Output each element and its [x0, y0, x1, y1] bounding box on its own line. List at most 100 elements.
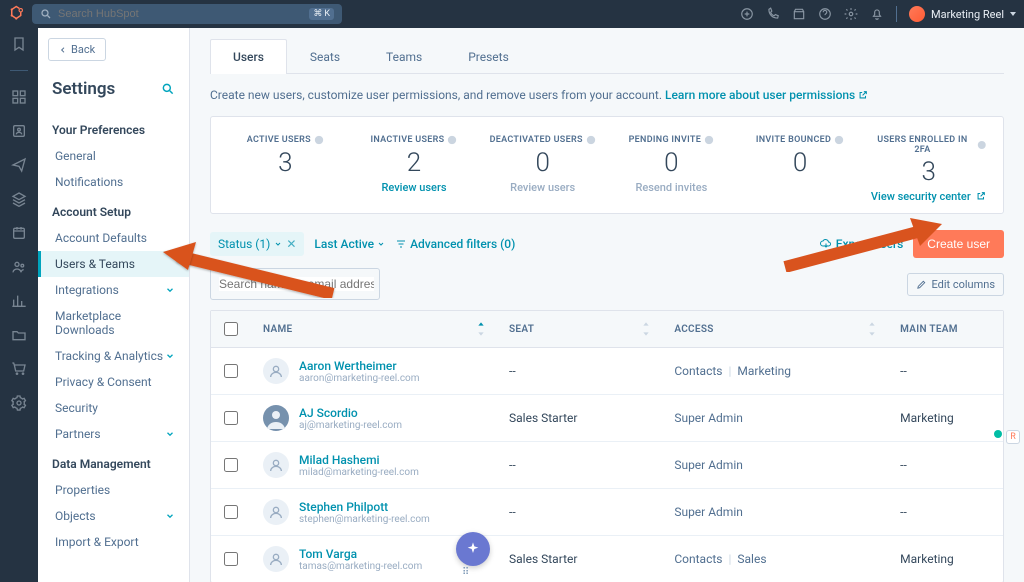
gear-icon[interactable] [11, 395, 27, 411]
record-badge[interactable]: R [1006, 430, 1020, 444]
sidebar-item-users-teams[interactable]: Users & Teams [38, 251, 189, 277]
th-team: MAIN TEAM [888, 311, 1003, 347]
sidebar-item-tracking[interactable]: Tracking & Analytics [38, 343, 189, 369]
table-row[interactable]: Aaron Wertheimeraaron@marketing-reel.com… [211, 348, 1003, 395]
global-search-input[interactable] [58, 8, 309, 20]
folder-icon[interactable] [11, 327, 27, 343]
seat-cell: -- [497, 442, 662, 488]
account-setup-header: Account Setup [38, 195, 189, 225]
sidebar-item-integrations[interactable]: Integrations [38, 277, 189, 303]
tabs: Users Seats Teams Presets [210, 38, 1004, 74]
sidebar-item-import-export[interactable]: Import & Export [38, 529, 189, 555]
th-access[interactable]: ACCESS [662, 311, 888, 347]
info-icon[interactable] [834, 135, 844, 145]
info-icon[interactable] [704, 135, 714, 145]
sort-indicator-icon [477, 321, 485, 337]
info-icon[interactable] [447, 135, 457, 145]
user-avatar [263, 452, 289, 478]
sidebar-item-security[interactable]: Security [38, 395, 189, 421]
sidebar-item-defaults[interactable]: Account Defaults [38, 225, 189, 251]
rail-divider [10, 70, 28, 71]
tab-teams[interactable]: Teams [363, 39, 445, 74]
layers-icon[interactable] [11, 191, 27, 207]
search-settings-icon[interactable] [161, 82, 175, 96]
calling-icon[interactable] [766, 7, 780, 21]
last-active-filter[interactable]: Last Active [314, 237, 385, 251]
left-rail [0, 28, 38, 582]
help-icon[interactable] [818, 7, 832, 21]
table-row[interactable]: AJ Scordioaj@marketing-reel.comSales Sta… [211, 395, 1003, 442]
assistant-fab[interactable] [456, 532, 490, 566]
table-row[interactable]: Milad Hashemimilad@marketing-reel.com -- S… [211, 442, 1003, 489]
user-email: milad@marketing-reel.com [299, 467, 419, 478]
calendar-icon[interactable] [11, 225, 27, 241]
stat-deactivated: DEACTIVATED USERS 0 Review users [478, 131, 607, 203]
permissions-learn-more-link[interactable]: Learn more about user permissions [665, 88, 868, 102]
user-name[interactable]: Stephen Philpott [299, 500, 430, 514]
table-row[interactable]: Stephen Philpottstephen@marketing-reel.c… [211, 489, 1003, 536]
grid-icon[interactable] [11, 89, 27, 105]
create-user-button[interactable]: Create user [913, 230, 1004, 258]
sidebar-item-marketplace[interactable]: Marketplace Downloads [38, 303, 189, 343]
info-icon[interactable] [586, 135, 596, 145]
chart-icon[interactable] [11, 293, 27, 309]
contact-icon[interactable] [11, 123, 27, 139]
user-name[interactable]: Aaron Wertheimer [299, 359, 420, 373]
chevron-down-icon [165, 351, 175, 361]
row-checkbox[interactable] [224, 411, 238, 425]
user-search[interactable] [210, 268, 380, 300]
info-icon[interactable] [314, 135, 324, 145]
settings-icon[interactable] [844, 7, 858, 21]
tab-seats[interactable]: Seats [287, 39, 363, 74]
user-name[interactable]: Tom Varga [299, 547, 422, 561]
workspace-switcher[interactable]: Marketing Reel [909, 6, 1016, 22]
send-icon[interactable] [11, 157, 27, 173]
marketplace-icon[interactable] [792, 7, 806, 21]
upgrade-icon[interactable] [740, 7, 754, 21]
info-icon[interactable] [977, 140, 987, 150]
row-checkbox[interactable] [224, 552, 238, 566]
export-users-link[interactable]: Export users [820, 237, 904, 251]
external-link-icon [858, 90, 868, 100]
status-filter-chip[interactable]: Status (1) ✕ [210, 232, 304, 256]
select-all-checkbox[interactable] [224, 322, 238, 336]
people-icon[interactable] [11, 259, 27, 275]
sidebar-item-properties[interactable]: Properties [38, 477, 189, 503]
sidebar-item-notifications[interactable]: Notifications [38, 169, 189, 195]
caret-down-icon [377, 240, 385, 248]
access-cell: Super Admin [674, 505, 743, 519]
users-table: NAME SEAT ACCESS MAIN TEAM Aaron Werthei… [210, 310, 1004, 582]
sidebar-item-privacy[interactable]: Privacy & Consent [38, 369, 189, 395]
security-center-link[interactable]: View security center [870, 190, 987, 203]
access-cell: Super Admin [674, 411, 743, 425]
tab-users[interactable]: Users [210, 39, 287, 74]
row-checkbox[interactable] [224, 458, 238, 472]
back-button[interactable]: Back [48, 38, 106, 61]
global-search[interactable]: ⌘K [32, 4, 342, 24]
user-name[interactable]: AJ Scordio [299, 406, 402, 420]
sidebar-item-general[interactable]: General [38, 143, 189, 169]
cart-icon[interactable] [11, 361, 27, 377]
team-cell: -- [888, 442, 1003, 488]
row-checkbox[interactable] [224, 364, 238, 378]
th-seat[interactable]: SEAT [497, 311, 662, 347]
advanced-filters[interactable]: Advanced filters (0) [395, 237, 515, 251]
sidebar-item-partners[interactable]: Partners [38, 421, 189, 447]
table-row[interactable]: Tom Vargatamas@marketing-reel.comSales S… [211, 536, 1003, 582]
clear-status-filter[interactable]: ✕ [286, 237, 296, 251]
back-label: Back [71, 43, 95, 56]
user-search-input[interactable] [219, 277, 374, 291]
notifications-icon[interactable] [870, 7, 884, 21]
resend-invites-link: Resend invites [613, 181, 730, 194]
fab-drag-handle[interactable]: ⠿ [462, 567, 470, 578]
access-cell: Super Admin [674, 458, 743, 472]
sidebar-item-objects[interactable]: Objects [38, 503, 189, 529]
tab-presets[interactable]: Presets [445, 39, 532, 74]
user-name[interactable]: Milad Hashemi [299, 453, 419, 467]
stat-inactive-value: 2 [356, 148, 473, 179]
review-inactive-link[interactable]: Review users [356, 181, 473, 194]
row-checkbox[interactable] [224, 505, 238, 519]
edit-columns-button[interactable]: Edit columns [907, 273, 1004, 296]
bookmark-icon[interactable] [11, 36, 27, 52]
th-name[interactable]: NAME [251, 311, 497, 347]
